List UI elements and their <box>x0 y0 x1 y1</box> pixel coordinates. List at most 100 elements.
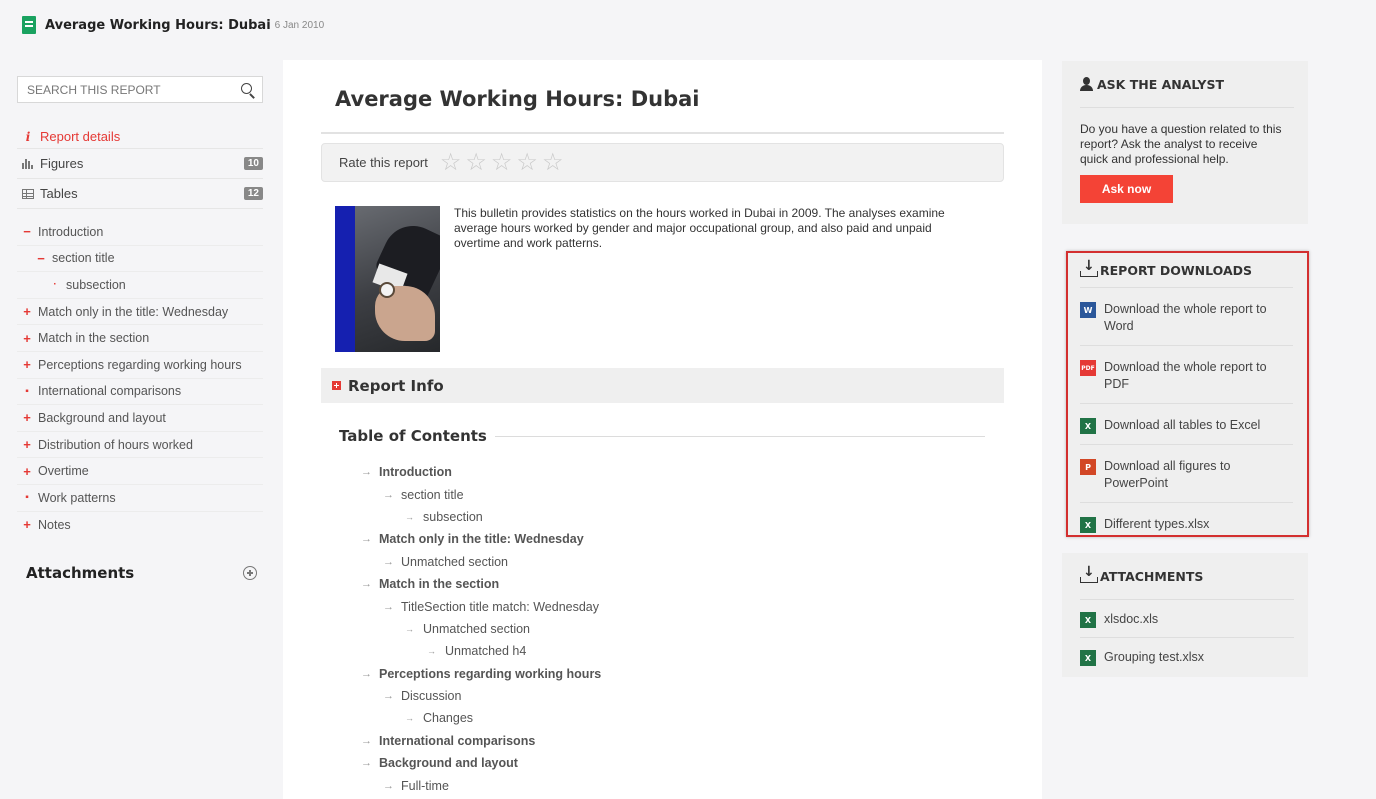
toc-link[interactable]: → subsection <box>361 506 601 528</box>
info-icon: i <box>25 129 31 144</box>
report-downloads-title: REPORT DOWNLOADS <box>1100 262 1253 278</box>
expand-icon[interactable]: + <box>19 304 35 319</box>
download-label: Download all tables to Excel <box>1104 418 1261 432</box>
arrow-right-icon: → <box>405 623 414 634</box>
sidebar-toc-label: subsection <box>66 277 126 292</box>
sidebar-toc-item[interactable]: + Perceptions regarding working hours <box>17 352 263 379</box>
sidebar-attachments-title: Attachments <box>26 564 135 583</box>
toc-link[interactable]: → Perceptions regarding working hours <box>361 663 601 685</box>
expand-icon[interactable]: + <box>19 517 35 532</box>
sidebar-toc-item[interactable]: + Notes <box>17 512 263 539</box>
arrow-right-icon: → <box>383 555 394 568</box>
download-excel-link[interactable]: X Download all tables to Excel <box>1080 404 1293 445</box>
report-info-toggle[interactable]: Report Info <box>321 368 1004 403</box>
arrow-right-icon: → <box>361 533 372 546</box>
download-powerpoint-link[interactable]: P Download all figures to PowerPoint <box>1080 445 1293 503</box>
sidebar-toc-label: Work patterns <box>38 490 116 505</box>
collapse-icon[interactable]: − <box>19 224 35 239</box>
sidebar-toc-label: Match in the section <box>38 331 150 346</box>
sidebar-toc: − Introduction − section title · subsection… <box>17 219 263 538</box>
expand-icon[interactable]: + <box>19 464 35 479</box>
sidebar-toc-item[interactable]: · subsection <box>17 272 263 299</box>
header-title: Average Working Hours: Dubai <box>45 17 271 33</box>
rating-label: Rate this report <box>339 155 428 170</box>
attachment-label: xlsdoc.xls <box>1104 612 1159 626</box>
star-icon[interactable]: ☆ <box>491 150 513 175</box>
sidebar-toc-item[interactable]: − Introduction <box>17 219 263 246</box>
attachments-header: ATTACHMENTS <box>1080 553 1294 600</box>
attachments-title: ATTACHMENTS <box>1100 568 1204 584</box>
sidebar-toc-label: Match only in the title: Wednesday <box>38 304 229 319</box>
toc-link[interactable]: → TitleSection title match: Wednesday <box>361 595 601 617</box>
expand-icon[interactable]: + <box>19 437 35 452</box>
toc-link[interactable]: → Match in the section <box>361 573 601 595</box>
header: Average Working Hours: Dubai 6 Jan 2010 <box>22 12 324 38</box>
sidebar-toc-item[interactable]: ▪ Work patterns <box>17 485 263 512</box>
nav-figures-label: Figures <box>40 156 84 171</box>
toc-link[interactable]: → Introduction <box>361 461 601 483</box>
toc-list: → Introduction → section title → subsection… <box>361 461 601 797</box>
sidebar-toc-item[interactable]: + Distribution of hours worked <box>17 432 263 459</box>
toc-link[interactable]: → Full-time <box>361 774 601 796</box>
toc-link[interactable]: → Discussion <box>361 685 601 707</box>
search-input[interactable] <box>27 82 217 97</box>
sidebar-toc-item[interactable]: ▪ International comparisons <box>17 379 263 406</box>
collapse-icon[interactable]: − <box>33 251 49 266</box>
report-downloads-header: REPORT DOWNLOADS <box>1080 253 1293 288</box>
toc-link[interactable]: → section title <box>361 483 601 505</box>
download-label: Download the whole report to Word <box>1104 302 1267 333</box>
left-sidebar: i Report details Figures 10 Tables 12 −I… <box>17 76 263 582</box>
download-xlsx-link[interactable]: X Different types.xlsx <box>1080 503 1293 543</box>
sidebar-toc-label: International comparisons <box>38 384 182 399</box>
word-icon: W <box>1080 302 1096 318</box>
toc-link[interactable]: → Changes <box>361 707 601 729</box>
bullet-icon: · <box>53 279 57 291</box>
sidebar-toc-item[interactable]: + Match only in the title: Wednesday <box>17 299 263 326</box>
arrow-right-icon: → <box>405 511 414 522</box>
arrow-right-icon: → <box>383 779 394 792</box>
toc-link[interactable]: → International comparisons <box>361 730 601 752</box>
sidebar-toc-item[interactable]: + Background and layout <box>17 405 263 432</box>
download-pdf-link[interactable]: PDF Download the whole report to PDF <box>1080 346 1293 404</box>
document-icon <box>22 16 36 34</box>
arrow-right-icon: → <box>405 713 414 724</box>
nav-tables[interactable]: Tables 12 <box>17 179 263 209</box>
sidebar-toc-label: Introduction <box>38 224 104 239</box>
sidebar-toc-item[interactable]: + Overtime <box>17 458 263 485</box>
expand-icon[interactable]: + <box>19 410 35 425</box>
report-summary: This bulletin provides statistics on the… <box>454 206 945 250</box>
report-cover-image <box>335 206 440 352</box>
report-info-title: Report Info <box>348 376 444 395</box>
toc-link[interactable]: → Unmatched section <box>361 551 601 573</box>
sidebar-toc-item[interactable]: + Match in the section <box>17 325 263 352</box>
star-icon[interactable]: ☆ <box>516 150 538 175</box>
toc-link[interactable]: → Unmatched section <box>361 618 601 640</box>
powerpoint-icon: P <box>1080 459 1096 475</box>
star-icon[interactable]: ☆ <box>440 150 462 175</box>
ask-now-button[interactable]: Ask now <box>1080 175 1173 203</box>
toc-title: Table of Contents <box>339 427 487 445</box>
attachment-link[interactable]: X xlsdoc.xls <box>1080 600 1294 638</box>
page-title: Average Working Hours: Dubai <box>335 87 700 111</box>
nav-figures[interactable]: Figures 10 <box>17 149 263 179</box>
star-icon[interactable]: ☆ <box>465 150 487 175</box>
attachment-link[interactable]: X Grouping test.xlsx <box>1080 638 1294 675</box>
toc-link[interactable]: → Match only in the title: Wednesday <box>361 528 601 550</box>
sidebar-toc-label: Perceptions regarding working hours <box>38 357 242 372</box>
sidebar-toc-label: Distribution of hours worked <box>38 437 193 452</box>
search-icon[interactable] <box>240 82 256 98</box>
pdf-icon: PDF <box>1080 360 1096 376</box>
download-word-link[interactable]: W Download the whole report to Word <box>1080 288 1293 346</box>
sidebar-attachments: Attachments <box>17 564 263 582</box>
toc-link[interactable]: → Unmatched h4 <box>361 640 601 662</box>
add-attachment-icon[interactable] <box>243 566 257 581</box>
expand-icon[interactable]: + <box>19 357 35 372</box>
toc-link[interactable]: → Background and layout <box>361 752 601 774</box>
ask-analyst-title: ASK THE ANALYST <box>1097 76 1225 92</box>
main-content: Average Working Hours: Dubai Rate this r… <box>283 60 1042 799</box>
star-icon[interactable]: ☆ <box>542 150 564 175</box>
nav-report-details[interactable]: i Report details <box>17 125 263 149</box>
toc-header: Table of Contents <box>339 427 985 445</box>
expand-icon[interactable]: + <box>19 331 35 346</box>
sidebar-toc-item[interactable]: − section title <box>17 246 263 273</box>
